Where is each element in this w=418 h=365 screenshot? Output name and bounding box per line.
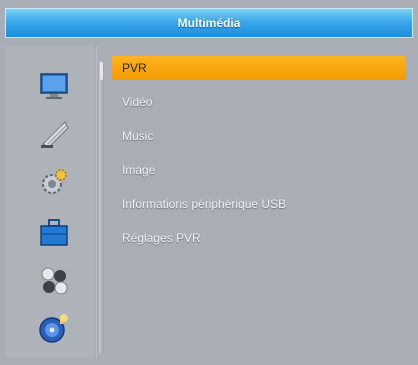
- menu-item-label: PVR: [122, 61, 147, 75]
- menu-item-label: Vidéo: [122, 95, 153, 109]
- page-title: Multimédia: [177, 16, 241, 30]
- menu-item-label: Music: [122, 129, 154, 143]
- menu-item-usb-info[interactable]: Informations périphérique USB: [112, 192, 406, 216]
- scrollbar-track[interactable]: [99, 60, 104, 354]
- osd-screen: Multimédia PVR Vidéo Music Image Informa…: [0, 0, 418, 365]
- satellite-dish-icon[interactable]: [38, 118, 70, 150]
- menu-item-label: Réglages PVR: [122, 231, 201, 245]
- menu-item-label: Informations périphérique USB: [122, 197, 287, 211]
- games-icon[interactable]: [38, 264, 70, 296]
- category-sidebar: [6, 46, 94, 358]
- monitor-icon[interactable]: [38, 70, 70, 102]
- menu-item-pvr[interactable]: PVR: [112, 56, 406, 80]
- menu-item-image[interactable]: Image: [112, 158, 406, 182]
- media-disc-icon[interactable]: [38, 312, 70, 344]
- menu-item-label: Image: [122, 163, 156, 177]
- scrollbar-thumb[interactable]: [100, 62, 103, 80]
- menu-item-music[interactable]: Music: [112, 124, 406, 148]
- gear-settings-icon[interactable]: [38, 166, 70, 198]
- menu-item-pvr-settings[interactable]: Réglages PVR: [112, 226, 406, 250]
- title-bar: Multimédia: [5, 8, 413, 38]
- toolbox-icon[interactable]: [38, 216, 70, 248]
- menu-item-video[interactable]: Vidéo: [112, 90, 406, 114]
